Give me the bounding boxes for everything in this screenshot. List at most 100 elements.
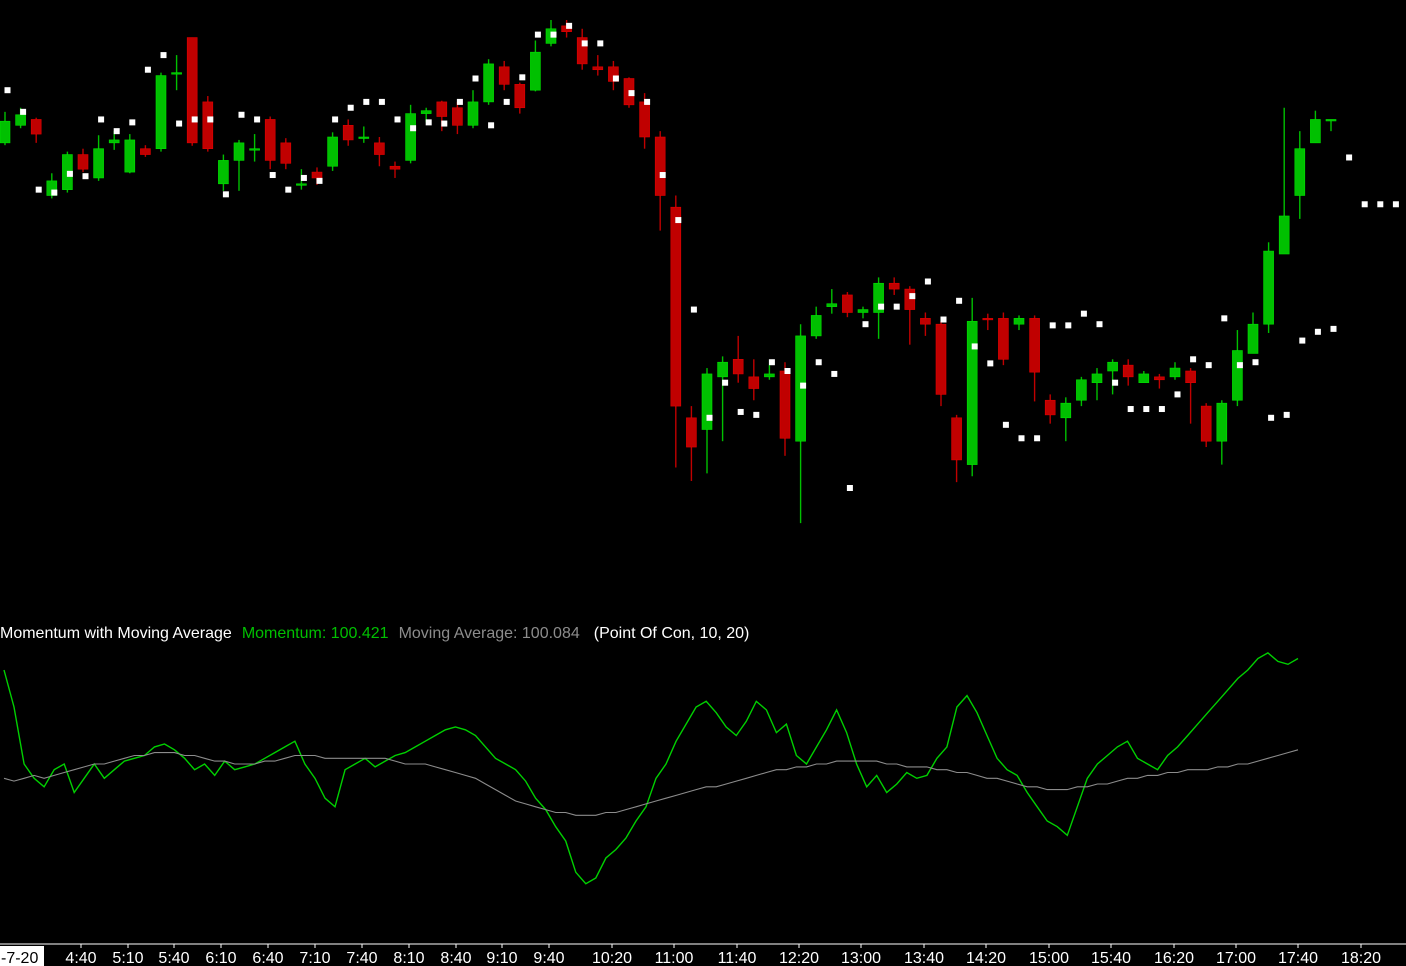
stop-marker — [1377, 201, 1384, 208]
candle[interactable] — [576, 28, 588, 70]
candle[interactable] — [717, 356, 728, 442]
candle[interactable] — [1060, 397, 1072, 442]
stop-marker — [269, 172, 276, 179]
candle[interactable] — [842, 292, 853, 318]
momentum-line[interactable] — [3, 652, 1299, 885]
candle[interactable] — [202, 96, 214, 152]
candle[interactable] — [935, 321, 947, 407]
candle[interactable] — [1029, 315, 1040, 402]
candle-body-up — [218, 160, 229, 185]
stop-marker — [332, 116, 339, 123]
trading-chart[interactable]: -7-20 4:40 5:10 5:40 6:10 6:40 7:10 7:40 8:10 8:4… — [0, 0, 1406, 966]
candle[interactable] — [389, 161, 401, 178]
momentum-panel[interactable] — [3, 652, 1299, 885]
candle[interactable] — [171, 55, 182, 91]
candle[interactable] — [93, 135, 104, 181]
candle[interactable] — [374, 137, 385, 167]
candle[interactable] — [280, 138, 292, 170]
candle[interactable] — [498, 60, 510, 91]
candle[interactable] — [77, 148, 89, 173]
time-axis[interactable]: -7-20 4:40 5:10 5:40 6:10 6:40 7:10 7:40 8:10 8:4… — [0, 943, 1406, 966]
candle[interactable] — [686, 406, 697, 481]
candle[interactable] — [452, 101, 463, 135]
candle[interactable] — [1138, 371, 1150, 383]
candle[interactable] — [1091, 368, 1103, 401]
stop-marker — [1065, 322, 1072, 329]
candle[interactable] — [1247, 312, 1259, 354]
candle-body-down — [1044, 399, 1056, 416]
candle[interactable] — [124, 134, 136, 174]
candle[interactable] — [826, 289, 838, 314]
candle[interactable] — [1107, 359, 1118, 395]
candle[interactable] — [1154, 373, 1165, 389]
candle-body-down — [436, 101, 448, 117]
candle[interactable] — [467, 90, 479, 129]
candle[interactable] — [1216, 400, 1228, 465]
candle-body-up — [1294, 148, 1306, 196]
candle[interactable] — [1310, 110, 1321, 144]
candle[interactable] — [592, 55, 604, 76]
candle[interactable] — [795, 324, 806, 524]
candle[interactable] — [155, 72, 167, 152]
candle[interactable] — [951, 414, 962, 483]
candle[interactable] — [654, 131, 666, 231]
candle[interactable] — [186, 37, 198, 146]
candle[interactable] — [732, 335, 744, 383]
candle[interactable] — [998, 312, 1009, 366]
candle[interactable] — [1044, 394, 1056, 424]
candle[interactable] — [810, 306, 822, 339]
stop-marker — [753, 411, 760, 418]
candle[interactable] — [857, 306, 869, 319]
candle[interactable] — [30, 117, 42, 143]
candle[interactable] — [218, 154, 229, 191]
candle[interactable] — [888, 277, 900, 295]
candle-body-down — [311, 171, 323, 179]
candle[interactable] — [264, 116, 276, 170]
candle[interactable] — [530, 40, 541, 92]
candle[interactable] — [1200, 403, 1212, 448]
candle[interactable] — [233, 139, 245, 191]
stop-marker — [1158, 406, 1165, 413]
candle[interactable] — [920, 312, 931, 336]
candle[interactable] — [670, 195, 682, 468]
candle[interactable] — [779, 362, 791, 456]
stop-marker — [1096, 321, 1103, 328]
candle[interactable] — [1013, 315, 1025, 331]
candle[interactable] — [1278, 107, 1290, 255]
candle[interactable] — [1263, 242, 1274, 333]
candle[interactable] — [1294, 131, 1306, 219]
stop-marker — [862, 321, 869, 328]
moving-average-line[interactable] — [3, 749, 1299, 816]
stop-marker — [66, 170, 73, 177]
candle[interactable] — [436, 100, 448, 132]
candle[interactable] — [1185, 368, 1196, 424]
price-panel[interactable] — [0, 20, 1399, 524]
candle[interactable] — [405, 104, 416, 164]
candle[interactable] — [982, 313, 994, 331]
stop-marker — [1034, 435, 1041, 442]
candle[interactable] — [358, 126, 370, 143]
stop-marker — [893, 303, 900, 310]
candle[interactable] — [0, 111, 11, 146]
candle[interactable] — [764, 365, 775, 380]
candle[interactable] — [483, 59, 494, 105]
candle[interactable] — [966, 297, 978, 477]
candle[interactable] — [1076, 376, 1087, 407]
candle[interactable] — [1122, 359, 1134, 386]
candle[interactable] — [1325, 119, 1337, 132]
candle-body-up — [1247, 323, 1259, 354]
candle[interactable] — [140, 145, 151, 157]
moving-average-value: Moving Average: 100.084 — [398, 625, 580, 642]
candle-body-down — [1154, 376, 1165, 381]
date-label-text: -7-20 — [1, 950, 38, 966]
candle[interactable] — [1169, 362, 1181, 380]
candle-body-up — [1263, 250, 1274, 325]
candle[interactable] — [342, 119, 354, 146]
candle[interactable] — [327, 132, 338, 171]
candle-body-down — [670, 206, 682, 407]
candle[interactable] — [748, 359, 760, 401]
stop-marker — [300, 174, 307, 181]
candle[interactable] — [514, 82, 526, 114]
candle[interactable] — [249, 134, 260, 162]
stop-marker — [956, 297, 963, 304]
